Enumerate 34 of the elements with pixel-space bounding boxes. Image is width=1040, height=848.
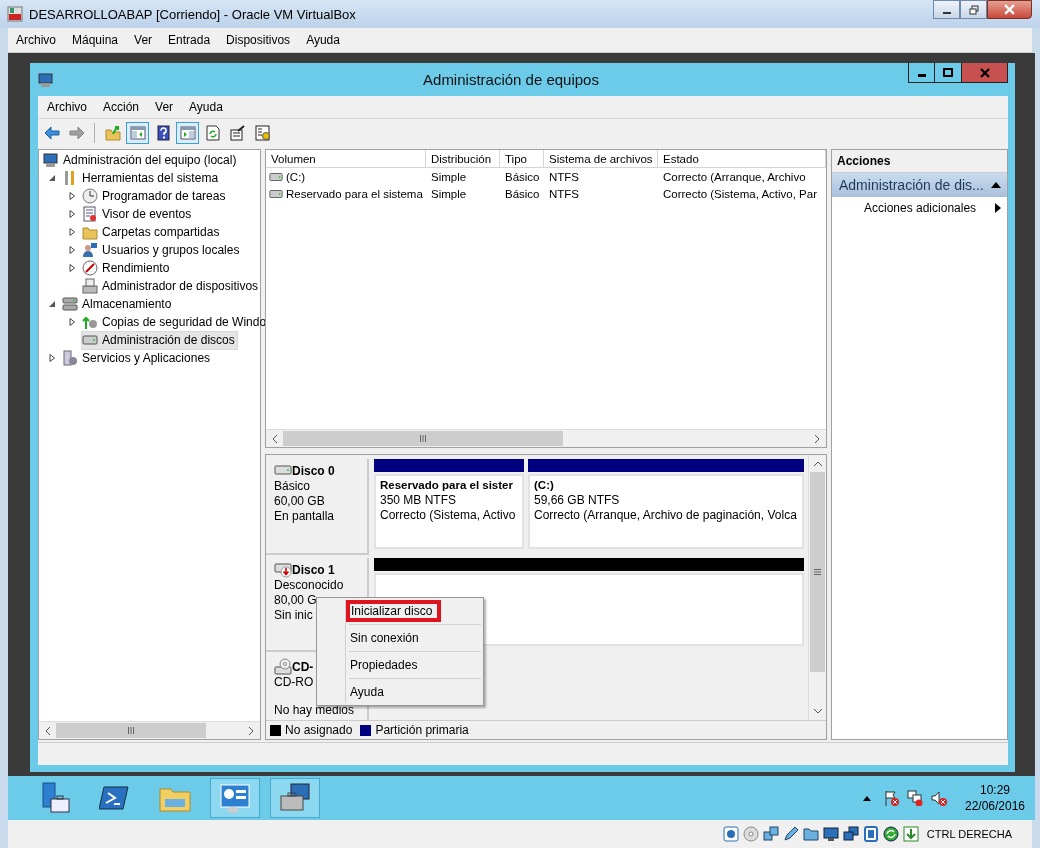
table-cell-text: Simple	[430, 187, 468, 200]
table-cell: (C:)	[266, 169, 426, 184]
disk-info: 60,00 GB	[274, 494, 326, 509]
table-cell: Reservado para el sistema	[266, 186, 426, 201]
table-cell-text: Básico	[504, 170, 541, 183]
disk-name: Disco 1	[292, 562, 335, 577]
clock-time: 10:29	[980, 782, 1010, 798]
disk-name: CD-	[292, 659, 314, 674]
partition-status: Correcto (Arranque, Archivo de paginación, Volca	[534, 508, 798, 523]
host-key-label: CTRL DERECHA	[926, 828, 1012, 840]
disk-info: No hay medios	[274, 703, 356, 719]
disk-info: CD-RO	[274, 675, 315, 690]
partition-title: (C:)	[534, 478, 555, 493]
table-cell-text: Básico	[504, 187, 541, 200]
table-cell-text: Correcto (Sistema, Activo, Par	[662, 187, 819, 200]
partition-size: 350 MB NTFS	[380, 493, 458, 508]
clock-date: 22/06/2016	[964, 798, 1026, 814]
partition-status: Correcto (Sistema, Activo	[380, 508, 517, 523]
table-cell-text: Simple	[430, 170, 468, 183]
legend-label: Partición primaria	[375, 723, 469, 737]
partition-title: Reservado para el sister	[380, 478, 514, 493]
disk-info: En pantalla	[274, 509, 336, 524]
legend-label: No asignado	[285, 723, 353, 737]
disk-info: 80,00 G	[274, 593, 318, 608]
table-cell-text: Correcto (Arranque, Archivo	[662, 170, 807, 183]
window-title: Administración de equipos	[422, 71, 600, 88]
table-cell-text: NTFS	[548, 170, 581, 183]
table-cell-text: NTFS	[548, 187, 581, 200]
partition-size: 59,66 GB NTFS	[534, 493, 621, 508]
disk-name: Disco 0	[292, 463, 335, 478]
disk-info: Básico	[274, 479, 312, 494]
panel-title: Acciones	[832, 150, 1007, 173]
disk-info: Desconocido	[274, 578, 345, 593]
window-title: DESARROLLOABAP [Corriendo] - Oracle VM VirtualBox	[29, 6, 357, 22]
